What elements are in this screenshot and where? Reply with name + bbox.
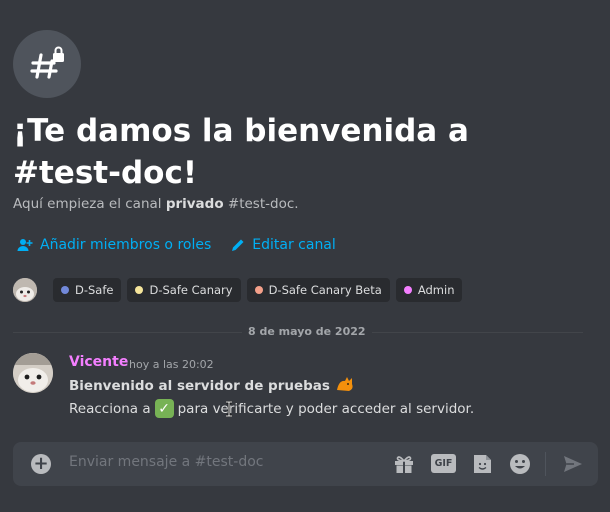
ferret-avatar-icon bbox=[13, 353, 53, 393]
private-channel-hash-icon bbox=[30, 46, 64, 79]
edit-channel-label: Editar canal bbox=[252, 237, 336, 253]
message-line-1: Bienvenido al servidor de pruebas bbox=[69, 376, 355, 394]
member-avatar[interactable] bbox=[13, 278, 37, 302]
welcome-subtitle: Aquí empieza el canal privado #test-doc. bbox=[13, 196, 299, 212]
add-members-label: Añadir miembros o roles bbox=[40, 237, 212, 253]
message-line-2-prefix: Reacciona a bbox=[69, 400, 151, 417]
message-author-name[interactable]: Vicente bbox=[69, 354, 128, 370]
role-pill-d-safe-canary-beta[interactable]: D-Safe Canary Beta bbox=[246, 278, 390, 302]
role-pill-d-safe-canary[interactable]: D-Safe Canary bbox=[127, 278, 241, 302]
channel-hero-icon bbox=[13, 30, 81, 98]
add-attachment-plus-icon[interactable]: + bbox=[31, 454, 51, 474]
check-mark-emoji-icon: ✓ bbox=[154, 399, 174, 418]
text-cursor-icon bbox=[226, 401, 232, 417]
ferret-avatar-icon bbox=[13, 278, 37, 302]
role-name: D-Safe bbox=[75, 283, 114, 297]
sticker-icon[interactable] bbox=[470, 452, 494, 476]
role-list: D-Safe D-Safe Canary D-Safe Canary Beta … bbox=[13, 278, 463, 302]
emoji-picker-icon[interactable] bbox=[508, 452, 532, 476]
role-pill-d-safe[interactable]: D-Safe bbox=[53, 278, 122, 302]
message-author-avatar[interactable] bbox=[13, 353, 53, 393]
welcome-actions: Añadir miembros o roles Editar canal bbox=[17, 237, 336, 253]
role-pill-admin[interactable]: Admin bbox=[395, 278, 463, 302]
message-timestamp: hoy a las 20:02 bbox=[129, 358, 214, 371]
gift-icon[interactable] bbox=[392, 452, 416, 476]
edit-channel-button[interactable]: Editar canal bbox=[231, 237, 336, 253]
gif-picker-button[interactable]: GIF bbox=[431, 454, 456, 473]
composer-divider bbox=[545, 452, 546, 476]
role-name: D-Safe Canary bbox=[149, 283, 233, 297]
message-line-2: Reacciona a ✓ para verificarte y poder a… bbox=[69, 399, 474, 418]
cat-emoji-icon bbox=[336, 377, 353, 391]
send-icon[interactable] bbox=[561, 452, 585, 476]
message-input[interactable]: Enviar mensaje a #test-doc bbox=[69, 454, 263, 470]
subtitle-private: privado bbox=[165, 196, 224, 212]
message-line-1-text: Bienvenido al servidor de pruebas bbox=[69, 378, 330, 394]
role-name: Admin bbox=[417, 283, 455, 297]
subtitle-prefix: Aquí empieza el canal bbox=[13, 196, 166, 212]
date-divider-label: 8 de mayo de 2022 bbox=[242, 325, 372, 338]
message-composer: + Enviar mensaje a #test-doc GIF bbox=[13, 442, 598, 486]
role-color-dot bbox=[61, 286, 69, 294]
role-color-dot bbox=[403, 286, 412, 294]
add-member-icon bbox=[17, 239, 33, 251]
pencil-icon bbox=[232, 239, 244, 251]
add-members-button[interactable]: Añadir miembros o roles bbox=[17, 237, 211, 253]
role-color-dot bbox=[254, 286, 263, 294]
role-color-dot bbox=[135, 286, 144, 294]
role-name: D-Safe Canary Beta bbox=[268, 283, 382, 297]
subtitle-suffix: #test-doc. bbox=[223, 196, 299, 212]
welcome-title: ¡Te damos la bienvenida a #test-doc! bbox=[13, 113, 469, 191]
message-line-2-suffix: para verificarte y poder acceder al serv… bbox=[177, 400, 475, 417]
